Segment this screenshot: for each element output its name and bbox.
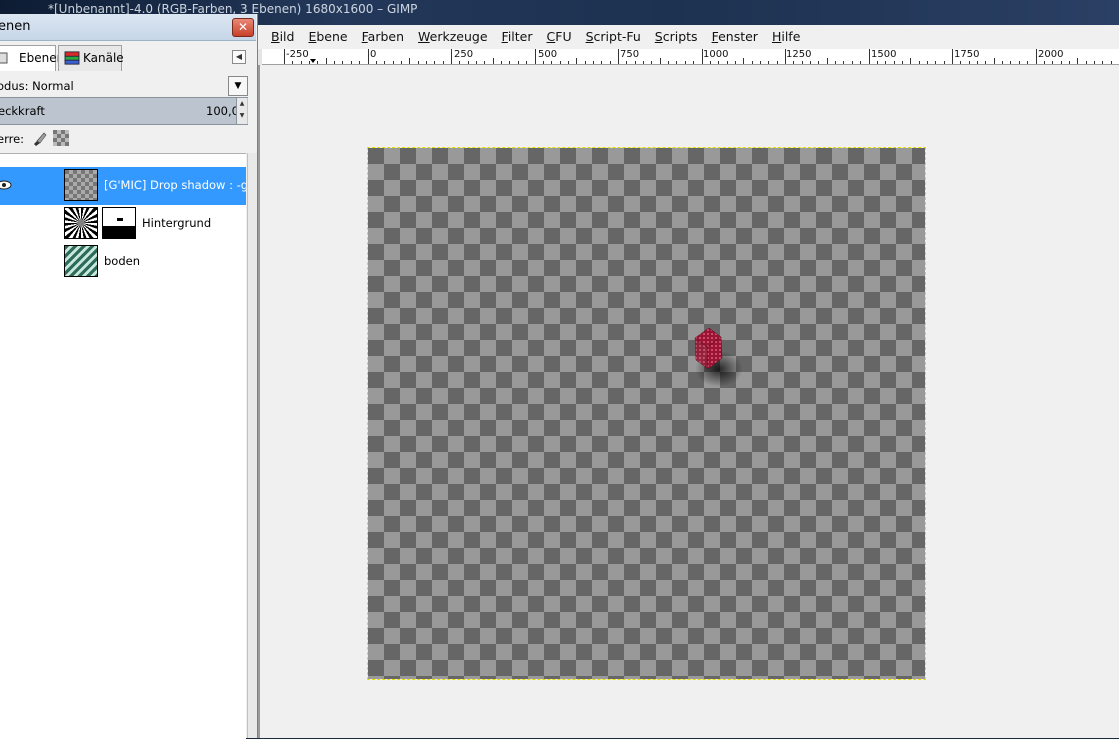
pointer-marker-icon xyxy=(310,59,316,63)
layers-dock: enen ✕ Ebenen Kanäle ◀ odus: Normal ▼ ec… xyxy=(0,14,258,739)
menu-cfu[interactable]: CFU xyxy=(540,25,579,49)
menu-bild[interactable]: Bild xyxy=(258,25,301,49)
ruler-label: 0 xyxy=(370,49,377,60)
layer-mask-thumbnail xyxy=(102,207,136,239)
menu-scripts[interactable]: Scripts xyxy=(648,25,705,49)
dock-menu-icon[interactable]: ◀ xyxy=(232,50,246,64)
image-canvas[interactable] xyxy=(367,147,926,680)
lock-row: erre: xyxy=(0,129,256,151)
tab-channels[interactable]: Kanäle xyxy=(58,45,124,71)
ruler-label: 1000 xyxy=(703,49,729,60)
horizontal-ruler[interactable]: -250 0 250 500 750 1000 1250 1500 1750 2… xyxy=(262,49,1119,65)
layer-thumbnail xyxy=(64,169,98,201)
close-button[interactable]: ✕ xyxy=(232,18,254,37)
ruler-label: 250 xyxy=(454,49,474,60)
layer-name: Hintergrund xyxy=(142,216,212,230)
layer-thumbnail xyxy=(64,245,98,277)
menu-filter[interactable]: Filter xyxy=(495,25,540,49)
ruler-label: 2000 xyxy=(1038,49,1064,60)
opacity-spinner[interactable]: ▲ ▼ xyxy=(236,98,247,124)
layer-row-drop-shadow[interactable]: [G'MIC] Drop shadow : -gim xyxy=(0,167,246,205)
lock-label: erre: xyxy=(0,132,25,146)
menu-fenster[interactable]: Fenster xyxy=(705,25,765,49)
menu-hilfe[interactable]: Hilfe xyxy=(765,25,807,49)
close-icon: ✕ xyxy=(237,20,249,34)
ruler-label: 1750 xyxy=(954,49,980,60)
layer-name: [G'MIC] Drop shadow : -gim xyxy=(104,178,246,192)
menu-script-fu[interactable]: Script-Fu xyxy=(579,25,648,49)
eye-icon[interactable] xyxy=(0,179,12,191)
image-window: Bild Ebene Farben Werkzeuge Filter CFU S… xyxy=(258,25,1119,738)
alpha-lock-icon[interactable] xyxy=(53,130,69,146)
dock-tabs: Ebenen Kanäle xyxy=(0,45,256,71)
menu-werkzeuge[interactable]: Werkzeuge xyxy=(411,25,495,49)
layer-list: [G'MIC] Drop shadow : -gim Hintergrund b… xyxy=(0,153,246,739)
dock-titlebar[interactable]: enen ✕ xyxy=(0,14,256,41)
dock-title: enen xyxy=(0,19,31,34)
layers-tab-icon xyxy=(0,52,8,64)
paint-lock-icon[interactable] xyxy=(31,130,47,146)
ruler-label: 1500 xyxy=(871,49,897,60)
opacity-label: eckkraft xyxy=(0,104,45,118)
channels-tab-icon xyxy=(64,51,80,65)
layer-row-boden[interactable]: boden xyxy=(0,243,246,281)
menu-farben[interactable]: Farben xyxy=(355,25,411,49)
cube-object xyxy=(694,327,743,387)
ruler-ticks xyxy=(284,49,1112,64)
dropdown-arrow-icon[interactable]: ▼ xyxy=(228,76,248,96)
tab-layers[interactable]: Ebenen xyxy=(0,45,64,71)
layer-thumbnail xyxy=(64,207,98,239)
mode-label: odus: Normal xyxy=(0,79,74,93)
opacity-slider[interactable]: eckkraft 100,0 ▲ ▼ xyxy=(0,97,248,125)
ruler-label: 500 xyxy=(538,49,558,60)
layer-row-hintergrund[interactable]: Hintergrund xyxy=(0,205,246,243)
ruler-label: -250 xyxy=(286,49,309,60)
menubar: Bild Ebene Farben Werkzeuge Filter CFU S… xyxy=(258,25,1119,49)
layer-list-scrollbar[interactable] xyxy=(247,153,257,738)
mode-row: odus: Normal ▼ xyxy=(0,75,256,99)
tab-channels-label: Kanäle xyxy=(83,51,124,65)
ruler-label: 1250 xyxy=(786,49,812,60)
canvas-area[interactable] xyxy=(258,65,1119,738)
menu-ebene[interactable]: Ebene xyxy=(301,25,354,49)
opacity-value: 100,0 xyxy=(206,104,239,118)
ruler-label: 750 xyxy=(620,49,640,60)
layer-name: boden xyxy=(104,254,140,268)
